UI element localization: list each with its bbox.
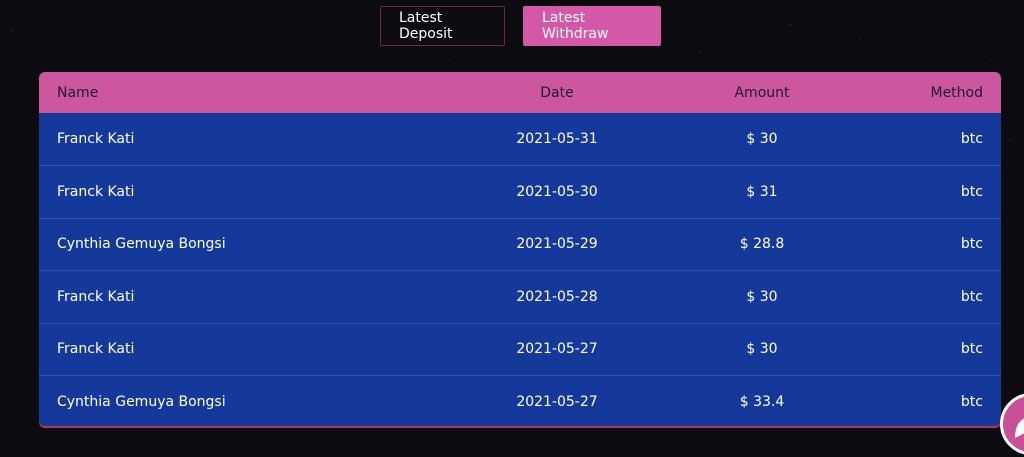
page-background: Latest Deposit Latest Withdraw Name Date… [0,0,1024,457]
cell-method: btc [960,394,983,410]
table-row: Franck Kati 2021-05-28 $ 30 btc [39,270,1001,324]
transaction-toggle: Latest Deposit Latest Withdraw [380,6,661,46]
cell-name: Franck Kati [57,288,135,305]
header-method: Method [930,84,983,101]
chat-icon [1015,418,1024,438]
cell-method: btc [960,131,983,147]
table-row: Cynthia Gemuya Bongsi 2021-05-27 $ 33.4 … [39,375,1001,427]
table-row: Franck Kati 2021-05-27 $ 30 btc [39,323,1001,376]
cell-name: Franck Kati [57,183,135,200]
cell-amount: $ 30 [746,131,778,147]
header-date: Date [540,84,574,101]
cell-method: btc [960,236,983,253]
cell-date: 2021-05-27 [516,341,598,358]
table-row: Franck Kati 2021-05-31 $ 30 btc [39,113,1001,166]
chat-widget-button[interactable] [1000,393,1024,455]
cell-date: 2021-05-29 [516,236,598,253]
cell-name: Cynthia Gemuya Bongsi [57,236,226,253]
cell-amount: $ 28.8 [739,236,785,253]
cell-date: 2021-05-30 [516,183,598,200]
transactions-table: Name Date Amount Method Franck Kati 2021… [39,72,1001,426]
cell-name: Franck Kati [57,341,135,358]
table-row: Franck Kati 2021-05-30 $ 31 btc [39,165,1001,219]
cell-method: btc [960,341,983,358]
cell-name: Franck Kati [57,131,135,147]
cell-date: 2021-05-27 [516,394,598,410]
cell-name: Cynthia Gemuya Bongsi [57,394,226,410]
cell-amount: $ 31 [746,183,778,200]
cell-date: 2021-05-31 [516,131,598,147]
cell-amount: $ 30 [746,288,778,305]
transactions-table-container: Name Date Amount Method Franck Kati 2021… [39,72,1001,426]
cell-amount: $ 30 [746,341,778,358]
header-amount: Amount [734,84,790,101]
cell-method: btc [960,288,983,305]
table-row: Cynthia Gemuya Bongsi 2021-05-29 $ 28.8 … [39,218,1001,271]
latest-withdraw-button[interactable]: Latest Withdraw [523,6,661,46]
header-name: Name [57,84,99,101]
table-header-row: Name Date Amount Method [39,72,1001,113]
cell-amount: $ 33.4 [739,394,785,410]
cell-method: btc [960,183,983,200]
cell-date: 2021-05-28 [516,288,598,305]
latest-deposit-button[interactable]: Latest Deposit [380,6,505,46]
